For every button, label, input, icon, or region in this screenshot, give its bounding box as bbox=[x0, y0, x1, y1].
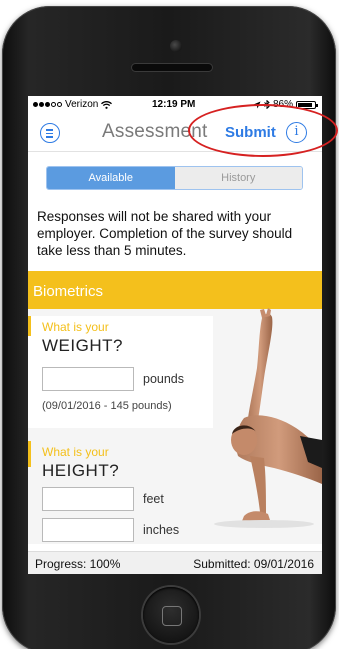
athlete-illustration bbox=[214, 308, 322, 528]
height-inches-unit: inches bbox=[143, 523, 180, 537]
progress-text: Progress: 100% bbox=[35, 557, 121, 571]
height-question-card: What is your HEIGHT? feet inches bbox=[28, 441, 213, 544]
question-accent-bar bbox=[28, 316, 31, 336]
section-header-biometrics: Biometrics bbox=[28, 271, 322, 309]
weight-input[interactable] bbox=[42, 367, 134, 391]
height-feet-unit: feet bbox=[143, 492, 164, 506]
section-title: Biometrics bbox=[33, 283, 104, 300]
annotation-circle bbox=[188, 104, 338, 157]
height-label: HEIGHT? bbox=[42, 461, 120, 480]
height-inches-input[interactable] bbox=[42, 518, 134, 542]
height-feet-input[interactable] bbox=[42, 487, 134, 511]
status-time: 12:19 PM bbox=[152, 99, 196, 110]
weight-unit: pounds bbox=[143, 372, 185, 386]
signal-strength-icon bbox=[33, 102, 62, 107]
status-left: Verizon bbox=[33, 99, 113, 110]
home-button[interactable] bbox=[143, 587, 199, 643]
wifi-icon bbox=[101, 100, 113, 109]
privacy-notice: Responses will not be shared with your e… bbox=[37, 209, 293, 258]
weight-question-card: What is your WEIGHT? pounds (09/01/2016 … bbox=[28, 316, 213, 428]
height-prompt: What is your bbox=[42, 445, 109, 459]
app-screen: Verizon 12:19 PM 86% Assessment Submit i bbox=[28, 96, 322, 574]
weight-label: WEIGHT? bbox=[42, 336, 123, 355]
carrier-name: Verizon bbox=[65, 99, 99, 110]
weight-history-hint: (09/01/2016 - 145 pounds) bbox=[42, 400, 172, 412]
hamburger-menu-icon[interactable] bbox=[40, 123, 60, 143]
front-camera bbox=[170, 40, 182, 52]
weight-prompt: What is your bbox=[42, 320, 109, 334]
question-accent-bar bbox=[28, 441, 31, 467]
submitted-date: Submitted: 09/01/2016 bbox=[193, 557, 314, 571]
progress-footer: Progress: 100% Submitted: 09/01/2016 bbox=[28, 551, 322, 574]
tab-switcher: Available History bbox=[46, 166, 303, 190]
tab-available[interactable]: Available bbox=[47, 167, 175, 189]
earpiece-speaker bbox=[132, 64, 212, 71]
tab-history[interactable]: History bbox=[174, 167, 302, 189]
